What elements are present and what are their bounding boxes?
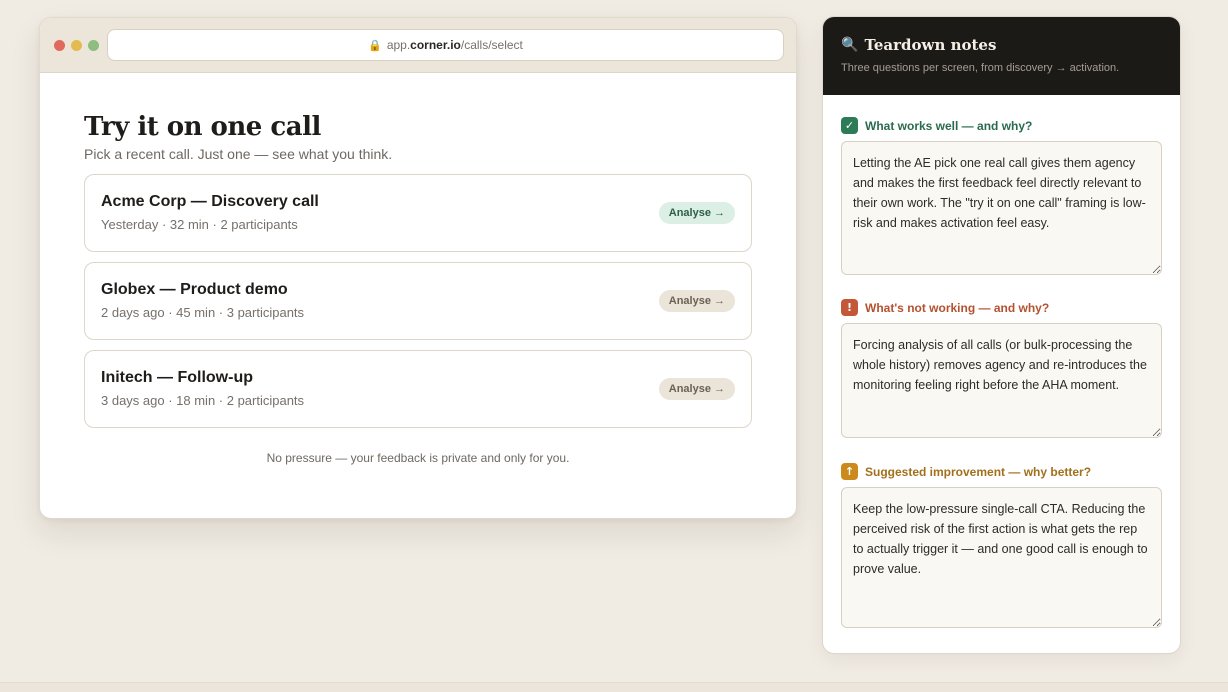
check-icon: ✓ — [841, 117, 858, 134]
call-card-globex[interactable]: Globex — Product demo 2 days ago · 45 mi… — [84, 262, 752, 340]
call-name: Globex — Product demo — [101, 281, 288, 298]
question-label: ↑ Suggested improvement — why better? — [841, 463, 1162, 480]
browser-toolbar: 🔒 app.corner.io/calls/select — [40, 18, 796, 73]
address-bar[interactable]: 🔒 app.corner.io/calls/select — [107, 29, 784, 61]
analyse-button-initech[interactable]: Analyse → — [658, 378, 735, 400]
call-meta: 2 days ago · 45 min · 3 participants — [101, 305, 305, 320]
answer-works-well[interactable]: Letting the AE pick one real call gives … — [841, 141, 1162, 275]
url-text: app.corner.io/calls/select — [387, 38, 523, 52]
exclamation-icon: ! — [841, 299, 858, 316]
notes-subtitle: Three questions per screen, from discove… — [841, 62, 1120, 74]
answer-not-working[interactable]: Forcing analysis of all calls (or bulk-p… — [841, 323, 1162, 438]
page-title: Try it on one call — [84, 112, 321, 142]
question-label: ✓ What works well — and why? — [841, 117, 1162, 134]
teardown-notes-panel: 🔍 Teardown notes Three questions per scr… — [822, 16, 1181, 654]
notes-title: Teardown notes — [864, 36, 997, 54]
call-name: Acme Corp — Discovery call — [101, 193, 319, 210]
minimize-window-dot[interactable] — [71, 40, 82, 51]
page-subtitle: Pick a recent call. Just one — see what … — [84, 146, 393, 162]
browser-window: 🔒 app.corner.io/calls/select Try it on o… — [39, 17, 797, 519]
privacy-note: No pressure — your feedback is private a… — [266, 451, 570, 465]
question-works-well: ✓ What works well — and why? Letting the… — [841, 117, 1162, 275]
url-prefix: app. — [386, 38, 411, 52]
bottom-edge — [0, 682, 1228, 692]
lock-icon: 🔒 — [368, 39, 382, 52]
answer-improvement[interactable]: Keep the low-pressure single-call CTA. R… — [841, 487, 1162, 628]
call-card-initech[interactable]: Initech — Follow-up 3 days ago · 18 min … — [84, 350, 752, 428]
page-content: Try it on one call Pick a recent call. J… — [40, 73, 796, 465]
call-card-acme[interactable]: Acme Corp — Discovery call Yesterday · 3… — [84, 174, 752, 252]
question-label-text: What's not working — and why? — [865, 300, 1050, 315]
arrow-up-icon: ↑ — [841, 463, 858, 480]
question-label-text: Suggested improvement — why better? — [865, 464, 1092, 479]
question-label-text: What works well — and why? — [865, 118, 1033, 133]
notes-header: 🔍 Teardown notes Three questions per scr… — [823, 17, 1180, 95]
magnifier-icon: 🔍 — [841, 37, 859, 53]
maximize-window-dot[interactable] — [88, 40, 99, 51]
question-label: ! What's not working — and why? — [841, 299, 1162, 316]
close-window-dot[interactable] — [54, 40, 65, 51]
question-not-working: ! What's not working — and why? Forcing … — [841, 299, 1162, 438]
analyse-button-globex[interactable]: Analyse → — [658, 290, 735, 312]
url-path: /calls/select — [460, 38, 523, 52]
question-improvement: ↑ Suggested improvement — why better? Ke… — [841, 463, 1162, 628]
url-domain: corner.io — [410, 38, 461, 52]
call-name: Initech — Follow-up — [101, 369, 253, 386]
call-list: Acme Corp — Discovery call Yesterday · 3… — [84, 174, 752, 428]
call-meta: Yesterday · 32 min · 2 participants — [101, 217, 298, 232]
call-meta: 3 days ago · 18 min · 2 participants — [101, 393, 305, 408]
notes-title-row: 🔍 Teardown notes — [841, 36, 1162, 54]
analyse-button-acme[interactable]: Analyse → — [658, 202, 735, 224]
